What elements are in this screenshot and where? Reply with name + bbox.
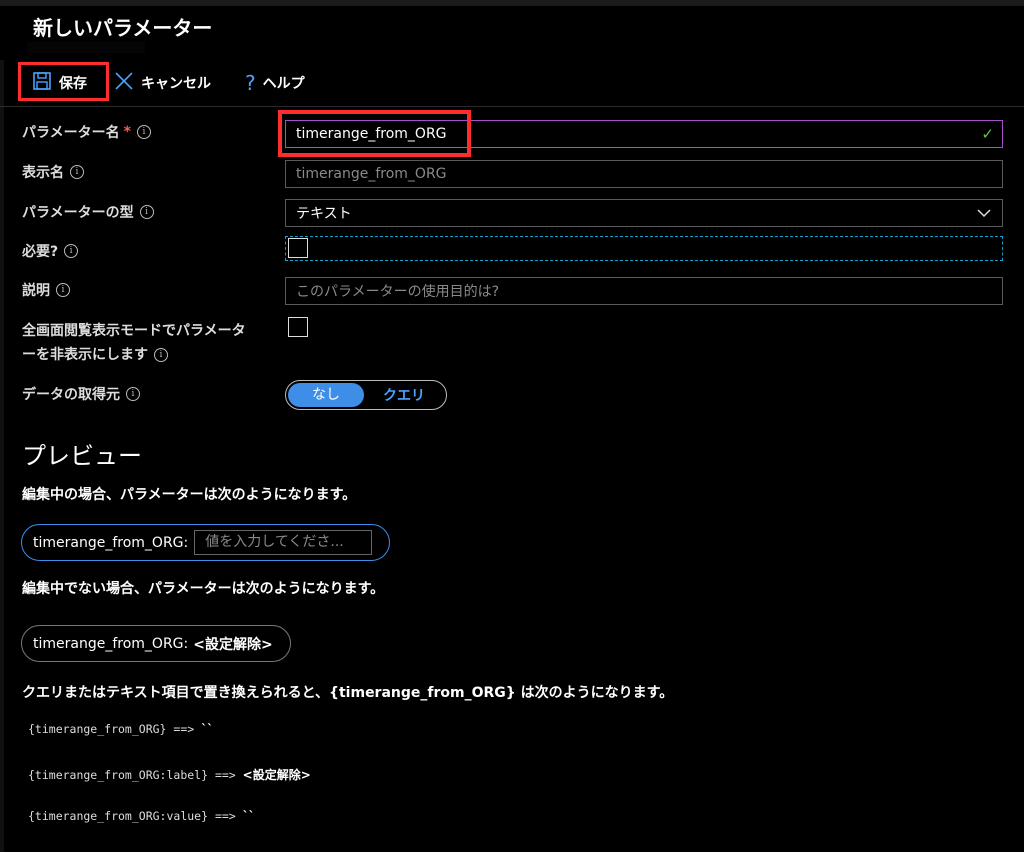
cancel-button[interactable]: キャンセル [114, 70, 211, 96]
editing-description: 編集中の場合、パラメーターは次のようになります。 [22, 487, 357, 503]
required-focus-outline [285, 236, 1003, 261]
required-checkbox[interactable] [288, 238, 308, 258]
top-strip [0, 0, 1024, 6]
replacement-line: {timerange_from_ORG} ==> `` [28, 722, 214, 736]
hide-in-view-label: 全画面閲覧表示モードでパラメータ ーを非表示にします i [22, 323, 246, 363]
editing-preview-input[interactable]: 値を入力してくださ... [194, 530, 373, 555]
help-button[interactable]: ? ヘルプ [245, 70, 305, 96]
editing-preview-pill: timerange_from_ORG: 値を入力してくださ... [21, 524, 390, 561]
save-button[interactable]: 保存 [32, 70, 87, 96]
description-input[interactable]: このパラメーターの使用目的は? [285, 277, 1003, 305]
param-name-highlight-box [278, 110, 471, 157]
panel-title: 新しいパラメーター [33, 16, 213, 40]
param-type-select[interactable]: テキスト [285, 199, 1003, 227]
info-icon[interactable]: i [56, 283, 70, 297]
hide-in-view-checkbox[interactable] [288, 317, 308, 337]
toggle-option-query[interactable]: クエリ [364, 385, 444, 405]
save-label: 保存 [59, 76, 87, 92]
not-editing-preview-pill: timerange_from_ORG: <設定解除> [21, 625, 291, 662]
param-type-label: パラメーターの型 i [22, 202, 154, 222]
help-label: ヘルプ [262, 76, 305, 92]
editing-preview-label: timerange_from_ORG: [33, 534, 189, 551]
not-editing-description: 編集中でない場合、パラメーターは次のようになります。 [22, 581, 385, 597]
left-edge [0, 60, 4, 852]
not-editing-preview-label: timerange_from_ORG: [33, 635, 189, 652]
data-source-label: データの取得元 i [22, 384, 140, 404]
toggle-option-none[interactable]: なし [288, 383, 364, 407]
info-icon[interactable]: i [70, 165, 84, 179]
not-editing-preview-value: <設定解除> [193, 636, 273, 653]
required-mark: * [123, 124, 131, 140]
chevron-down-icon [976, 205, 992, 225]
info-icon[interactable]: i [64, 244, 79, 258]
checkmark-icon: ✓ [981, 125, 994, 143]
replacement-line: {timerange_from_ORG:label} ==> <設定解除> [28, 768, 311, 782]
data-source-toggle[interactable]: なし クエリ [285, 380, 447, 410]
redacted-subtitle [27, 42, 145, 53]
info-icon[interactable]: i [136, 125, 151, 139]
info-icon[interactable]: i [154, 348, 168, 362]
replacement-description: クエリまたはテキスト項目で置き換えられると、{timerange_from_OR… [22, 685, 674, 701]
cancel-label: キャンセル [141, 76, 211, 92]
param-name-label: パラメーター名 * i [22, 122, 151, 142]
display-name-input[interactable]: timerange_from_ORG [285, 160, 1003, 188]
question-icon: ? [245, 71, 256, 95]
replacement-line: {timerange_from_ORG:value} ==> `` [28, 809, 255, 823]
description-label: 説明 i [22, 280, 70, 300]
floppy-disk-icon [32, 71, 52, 95]
info-icon[interactable]: i [126, 387, 140, 401]
info-icon[interactable]: i [139, 205, 154, 219]
display-name-label: 表示名 i [22, 162, 84, 182]
toolbar-divider [0, 106, 1024, 107]
required-label: 必要? i [22, 241, 79, 261]
preview-heading: プレビュー [22, 442, 142, 470]
close-icon [114, 71, 134, 95]
